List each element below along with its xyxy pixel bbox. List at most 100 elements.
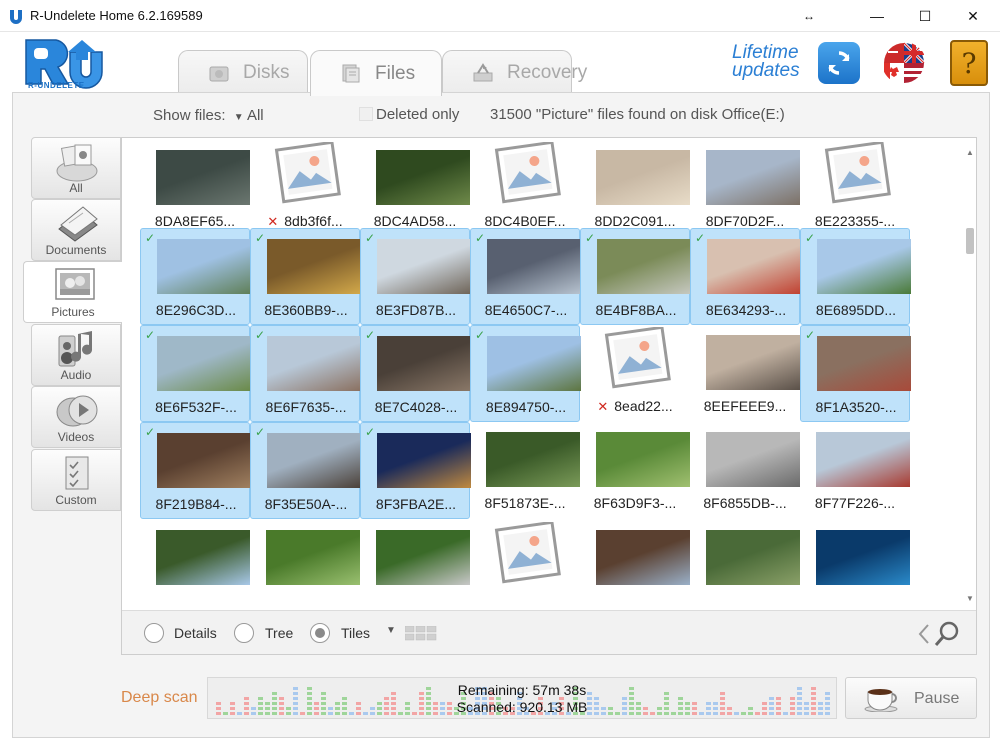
file-tile[interactable] — [250, 520, 360, 608]
file-thumbnail — [157, 239, 251, 294]
file-name: 8DA8EF65... — [140, 213, 250, 229]
help-button[interactable]: ? — [950, 40, 988, 86]
file-tile[interactable]: ✓ 8F219B84-... — [140, 422, 251, 519]
search-icon[interactable] — [918, 619, 964, 649]
file-name: 8E6F532F-... — [141, 399, 251, 415]
sidebar-item-all[interactable]: All — [31, 137, 121, 199]
file-thumbnail — [816, 432, 910, 487]
tab-recovery[interactable]: Recovery — [442, 50, 587, 94]
file-tile[interactable]: 8DC4B0EF... — [470, 140, 580, 237]
file-thumbnail — [267, 239, 361, 294]
show-files-value: All — [246, 107, 264, 124]
tile-size-dropdown-icon[interactable]: ▼ — [386, 625, 396, 636]
file-thumbnail — [157, 433, 251, 488]
checkmark-icon: ✓ — [805, 328, 816, 342]
checkmark-icon: ✓ — [145, 328, 156, 342]
file-tile[interactable]: ✕ 8db3f6f... — [250, 140, 360, 237]
scroll-down-icon[interactable]: ▼ — [965, 594, 975, 603]
file-tile[interactable]: 8DC4AD58... — [360, 140, 470, 237]
file-tile[interactable]: ✓ 8E634293-... — [690, 228, 801, 325]
file-tile[interactable]: ✓ 8E6895DD... — [800, 228, 911, 325]
file-tile[interactable]: 8F77F226-... — [800, 422, 910, 519]
file-tile[interactable] — [690, 520, 800, 608]
deleted-mark-icon: ✕ — [597, 399, 609, 414]
file-thumbnail — [596, 150, 690, 205]
file-tile[interactable]: ✓ 8E7C4028-... — [360, 325, 471, 422]
lifetime-updates-text[interactable]: Lifetime updates — [732, 43, 800, 80]
file-tile[interactable]: ✕ 8ead22... — [580, 325, 690, 422]
file-tile[interactable] — [800, 520, 910, 608]
coffee-cup-icon — [864, 689, 898, 712]
tab-disks[interactable]: Disks — [178, 50, 308, 94]
sidebar-item-audio[interactable]: Audio — [31, 324, 121, 386]
file-tile[interactable]: 8DF70D2F... — [690, 140, 800, 237]
file-name-text: 8DA8EF65... — [154, 213, 236, 229]
restore-size-icon[interactable]: ↔ — [786, 0, 832, 32]
image-placeholder-icon — [494, 522, 561, 584]
file-thumbnail — [377, 433, 471, 488]
file-thumbnail — [706, 530, 800, 585]
maximize-button[interactable]: ☐ — [902, 0, 948, 32]
sidebar-item-pictures[interactable]: Pictures — [23, 261, 122, 323]
tree-view-label[interactable]: Tree — [265, 625, 293, 641]
sidebar-item-documents[interactable]: Documents — [31, 199, 121, 261]
vertical-scrollbar[interactable]: ▲ ▼ — [964, 138, 976, 608]
file-thumbnail — [376, 150, 470, 205]
sidebar-item-videos[interactable]: Videos — [31, 386, 121, 448]
file-tile[interactable] — [470, 520, 580, 608]
videos-icon — [56, 395, 98, 427]
scrollbar-thumb[interactable] — [966, 228, 974, 254]
close-button[interactable]: ✕ — [950, 0, 996, 32]
deleted-only-checkbox[interactable] — [359, 107, 373, 121]
checkmark-icon: ✓ — [805, 231, 816, 245]
show-files-filter[interactable]: Show files: ▼ All — [153, 107, 264, 124]
file-tile[interactable]: ✓ 8E894750-... — [470, 325, 581, 422]
file-tile[interactable]: ✓ 8E4650C7-... — [470, 228, 581, 325]
file-tile[interactable]: 8DA8EF65... — [140, 140, 250, 237]
pause-button[interactable]: Pause — [845, 677, 977, 719]
checkmark-icon: ✓ — [365, 231, 376, 245]
details-view-label[interactable]: Details — [174, 625, 217, 641]
file-tile[interactable]: 8F6855DB-... — [690, 422, 800, 519]
image-placeholder-icon — [604, 327, 671, 389]
file-tile[interactable]: ✓ 8E4BF8BA... — [580, 228, 691, 325]
details-view-radio[interactable] — [144, 623, 164, 643]
tiles-view-radio[interactable] — [310, 623, 330, 643]
file-tile[interactable]: ✓ 8E6F532F-... — [140, 325, 251, 422]
file-tile[interactable]: 8E223355-... — [800, 140, 910, 237]
sidebar-item-custom[interactable]: Custom — [31, 449, 121, 511]
deleted-only-label[interactable]: Deleted only — [376, 106, 459, 123]
file-tile[interactable]: ✓ 8E6F7635-... — [250, 325, 361, 422]
tab-files[interactable]: Files — [310, 50, 442, 96]
file-tile[interactable] — [140, 520, 250, 608]
file-tile[interactable]: ✓ 8E3FD87B... — [360, 228, 471, 325]
file-tile[interactable]: ✓ 8F35E50A-... — [250, 422, 361, 519]
file-name: 8F219B84-... — [141, 496, 251, 512]
file-tile[interactable] — [580, 520, 690, 608]
file-tile[interactable]: ✓ 8E360BB9-... — [250, 228, 361, 325]
file-name-text: 8E4650C7-... — [484, 302, 568, 318]
file-thumbnail — [487, 336, 581, 391]
tiles-view-label[interactable]: Tiles — [341, 625, 370, 641]
file-tile[interactable]: ✓ 8E296C3D... — [140, 228, 251, 325]
file-name-text: 8F1A3520-... — [815, 399, 897, 415]
file-tile[interactable]: ✓ 8F3FBA2E... — [360, 422, 471, 519]
file-tile[interactable]: ✓ 8F1A3520-... — [800, 325, 911, 422]
file-name: 8F63D9F3-... — [580, 495, 690, 511]
sidebar-item-label: Pictures — [51, 305, 95, 319]
scroll-up-icon[interactable]: ▲ — [965, 148, 975, 157]
documents-icon — [58, 206, 98, 242]
language-flag-icon[interactable] — [882, 42, 926, 84]
file-name-text: 8F6855DB-... — [703, 495, 787, 511]
file-thumbnail — [817, 336, 911, 391]
tree-view-radio[interactable] — [234, 623, 254, 643]
file-tile[interactable]: 8F63D9F3-... — [580, 422, 690, 519]
file-tile[interactable]: 8F51873E-... — [470, 422, 580, 519]
file-tile[interactable] — [360, 520, 470, 608]
minimize-button[interactable]: — — [854, 0, 900, 32]
tile-size-icon[interactable] — [405, 626, 437, 641]
file-tile[interactable]: 8DD2C091... — [580, 140, 690, 237]
file-thumbnail — [266, 530, 360, 585]
update-button[interactable] — [818, 42, 860, 84]
file-tile[interactable]: 8EEFEEE9... — [690, 325, 800, 422]
